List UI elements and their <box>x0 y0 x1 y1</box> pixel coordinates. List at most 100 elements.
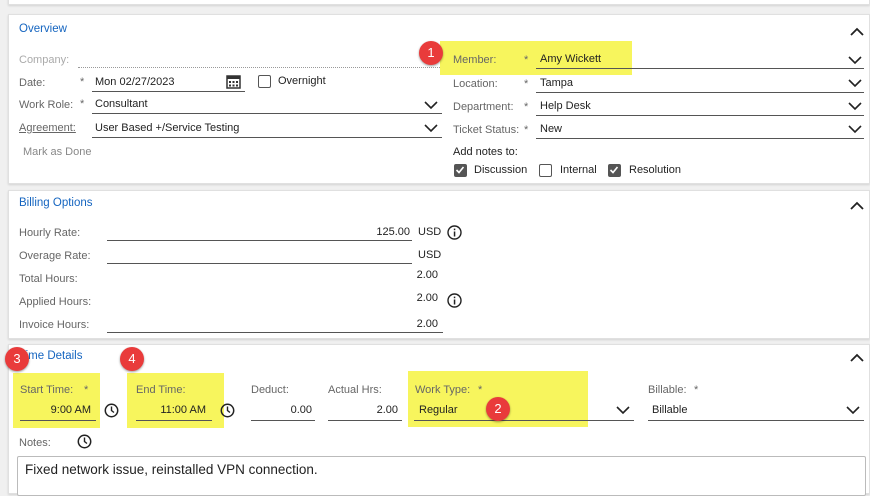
start-time-required-mark: * <box>84 384 89 396</box>
location-underline <box>536 92 864 93</box>
department-select[interactable]: Help Desk <box>540 100 591 112</box>
actual-hrs-label: Actual Hrs: <box>328 384 382 396</box>
callout-2: 2 <box>486 397 510 421</box>
collapse-time-details-icon[interactable] <box>850 353 864 363</box>
add-notes-label: Add notes to: <box>453 146 518 158</box>
callout-1: 1 <box>419 41 443 65</box>
overnight-label: Overnight <box>278 75 326 87</box>
notes-clock-icon[interactable] <box>77 434 92 449</box>
ticket-status-underline <box>536 138 864 139</box>
member-underline <box>536 68 864 69</box>
invoice-hours-label: Invoice Hours: <box>19 319 90 331</box>
invoice-hours-input[interactable]: 2.00 <box>398 318 438 330</box>
end-time-input[interactable]: 11:00 AM <box>146 404 206 416</box>
overnight-checkbox[interactable] <box>258 75 271 88</box>
date-underline <box>92 91 245 92</box>
date-label: Date: <box>19 77 46 89</box>
ticket-status-select[interactable]: New <box>540 123 562 135</box>
billable-select[interactable]: Billable <box>652 404 687 416</box>
member-select[interactable]: Amy Wickett <box>540 53 601 65</box>
applied-hours-label: Applied Hours: <box>19 296 92 308</box>
notes-label: Notes: <box>19 437 51 449</box>
location-label: Location: <box>453 78 498 90</box>
hourly-rate-underline <box>107 240 412 241</box>
billable-required-mark: * <box>694 384 699 396</box>
resolution-label: Resolution <box>629 164 681 176</box>
invoice-hours-underline <box>107 332 443 333</box>
overage-rate-label: Overage Rate: <box>19 250 91 262</box>
deduct-input[interactable]: 0.00 <box>270 404 312 416</box>
overage-rate-input[interactable] <box>107 263 412 264</box>
work-type-underline <box>414 420 634 421</box>
member-chevron-down-icon[interactable] <box>848 55 862 65</box>
billable-underline <box>648 420 864 421</box>
hourly-rate-info-icon[interactable] <box>447 225 462 240</box>
billing-title[interactable]: Billing Options <box>19 197 93 209</box>
date-input[interactable]: Mon 02/27/2023 <box>95 76 175 88</box>
discussion-label: Discussion <box>474 164 528 176</box>
work-role-underline <box>92 113 442 114</box>
date-required-mark: * <box>80 76 85 88</box>
actual-hrs-input[interactable]: 2.00 <box>356 404 398 416</box>
location-select[interactable]: Tampa <box>540 77 573 89</box>
notes-textarea[interactable]: Fixed network issue, reinstalled VPN con… <box>17 456 866 496</box>
top-panel-edge <box>8 0 870 5</box>
department-label: Department: <box>453 101 514 113</box>
start-time-label: Start Time: <box>20 384 74 396</box>
ticket-status-chevron-down-icon[interactable] <box>848 124 862 134</box>
work-type-label: Work Type: <box>415 384 471 396</box>
overview-title[interactable]: Overview <box>19 23 67 35</box>
company-label: Company: <box>19 54 70 66</box>
end-time-underline <box>136 420 212 421</box>
actual-hrs-underline <box>328 420 402 421</box>
collapse-overview-icon[interactable] <box>850 27 864 37</box>
member-required-mark: * <box>524 54 529 66</box>
company-field[interactable] <box>78 67 442 68</box>
start-time-input[interactable]: 9:00 AM <box>34 404 91 416</box>
billable-chevron-down-icon[interactable] <box>846 405 860 415</box>
work-role-required-mark: * <box>80 98 85 110</box>
callout-3: 3 <box>5 347 29 371</box>
overage-currency: USD <box>418 249 442 261</box>
resolution-checkbox[interactable] <box>608 164 621 177</box>
work-type-chevron-down-icon[interactable] <box>616 405 630 415</box>
location-chevron-down-icon[interactable] <box>848 78 862 88</box>
collapse-billing-icon[interactable] <box>850 201 864 211</box>
agreement-select[interactable]: User Based +/Service Testing <box>95 122 239 134</box>
calendar-icon[interactable] <box>226 74 241 89</box>
billable-label: Billable: <box>648 384 687 396</box>
applied-hours-info-icon[interactable] <box>447 293 462 308</box>
ticket-status-required-mark: * <box>524 124 529 136</box>
end-time-label: End Time: <box>136 384 186 396</box>
ticket-status-label: Ticket Status: <box>453 124 520 136</box>
work-type-select[interactable]: Regular <box>419 404 458 416</box>
start-time-underline <box>20 420 96 421</box>
work-role-chevron-down-icon[interactable] <box>424 100 438 110</box>
end-time-clock-icon[interactable] <box>220 403 235 418</box>
mark-as-done-button[interactable]: Mark as Done <box>23 146 91 158</box>
department-chevron-down-icon[interactable] <box>848 101 862 111</box>
callout-4: 4 <box>120 347 144 371</box>
hourly-rate-input[interactable]: 125.00 <box>370 226 410 238</box>
deduct-underline <box>251 420 315 421</box>
member-label: Member: <box>453 54 497 66</box>
agreement-chevron-down-icon[interactable] <box>424 123 438 133</box>
department-required-mark: * <box>524 101 529 113</box>
work-type-required-mark: * <box>478 384 483 396</box>
internal-label: Internal <box>560 164 597 176</box>
department-underline <box>536 115 864 116</box>
billing-panel <box>8 190 870 339</box>
work-role-label: Work Role: <box>19 99 74 111</box>
location-required-mark: * <box>524 78 529 90</box>
total-hours-value: 2.00 <box>416 269 438 281</box>
notes-text: Fixed network issue, reinstalled VPN con… <box>25 462 318 477</box>
work-role-select[interactable]: Consultant <box>95 98 148 110</box>
hourly-currency: USD <box>418 226 442 238</box>
internal-checkbox[interactable] <box>539 164 552 177</box>
applied-hours-value: 2.00 <box>416 292 438 304</box>
deduct-label: Deduct: <box>251 384 289 396</box>
hourly-rate-label: Hourly Rate: <box>19 227 81 239</box>
start-time-clock-icon[interactable] <box>104 403 119 418</box>
discussion-checkbox[interactable] <box>454 164 467 177</box>
agreement-underline <box>92 137 442 138</box>
